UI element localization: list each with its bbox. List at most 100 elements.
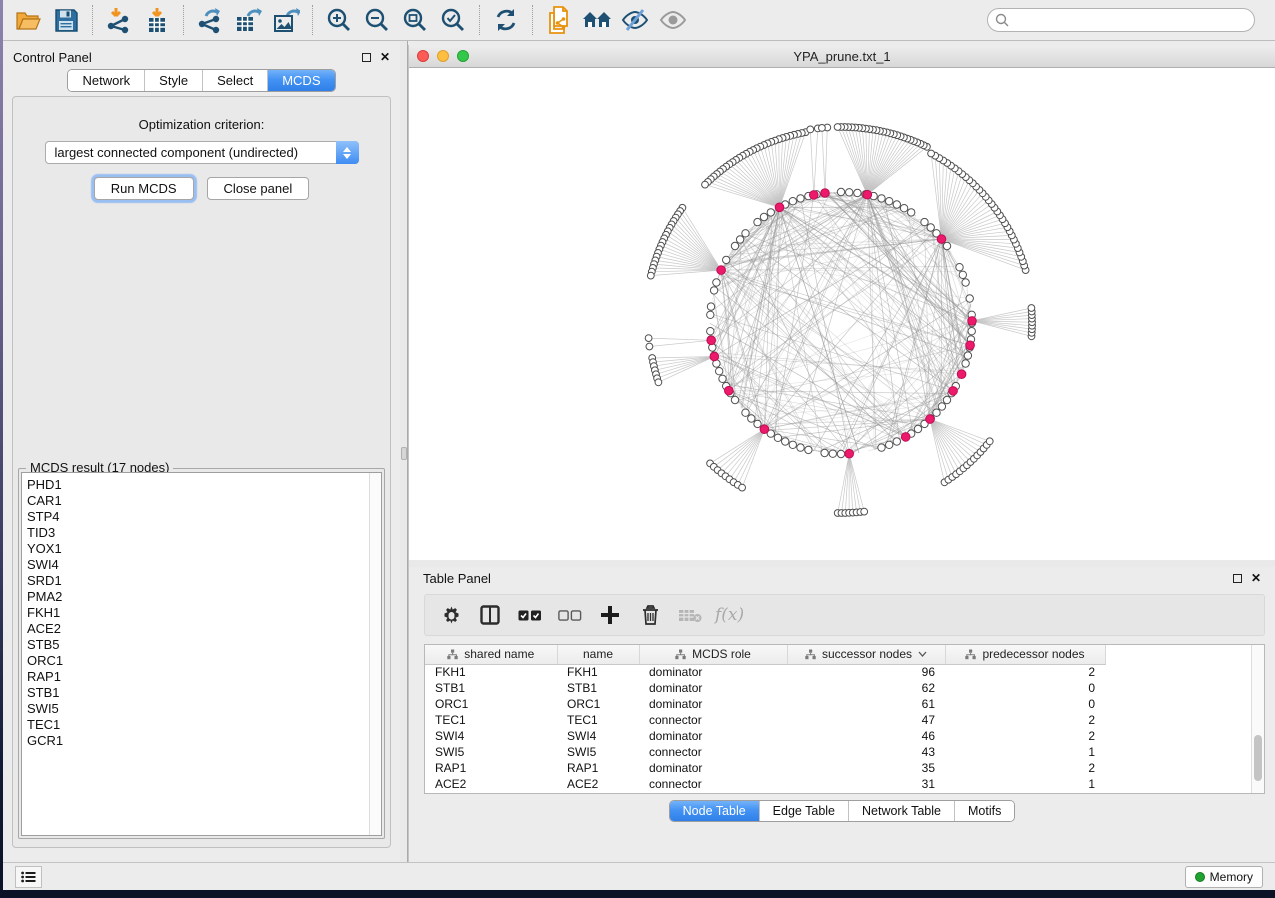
memory-label: Memory — [1210, 870, 1253, 884]
mcds-result-list[interactable]: PHD1CAR1STP4TID3YOX1SWI4SRD1PMA2FKH1ACE2… — [21, 472, 382, 836]
import-network-icon[interactable] — [100, 3, 138, 37]
optimization-criterion-label: Optimization criterion: — [13, 117, 390, 132]
vertical-splitter[interactable] — [400, 41, 408, 862]
table-panel-header: Table Panel ✕ — [409, 567, 1275, 589]
close-panel-icon[interactable]: ✕ — [380, 52, 390, 62]
deselect-all-icon[interactable] — [555, 599, 585, 631]
float-panel-icon[interactable] — [362, 53, 371, 62]
mcds-result-item[interactable]: TEC1 — [27, 717, 381, 733]
mcds-result-item[interactable]: SWI4 — [27, 557, 381, 573]
table-cell: dominator — [639, 680, 787, 696]
tab-network[interactable]: Network — [68, 70, 144, 91]
table-row[interactable]: RAP1RAP1dominator352 — [425, 760, 1105, 776]
table-cell: connector — [639, 776, 787, 792]
select-all-icon[interactable] — [515, 599, 545, 631]
table-cell: 1 — [945, 792, 1105, 794]
mcds-result-item[interactable]: STB5 — [27, 637, 381, 653]
column-header-predecessor-nodes[interactable]: predecessor nodes — [945, 645, 1105, 664]
gear-icon[interactable] — [435, 599, 465, 631]
table-row[interactable]: ORC1ORC1dominator610 — [425, 696, 1105, 712]
mcds-result-item[interactable]: STP4 — [27, 509, 381, 525]
delete-table-icon[interactable] — [675, 599, 705, 631]
close-panel-icon[interactable]: ✕ — [1251, 573, 1261, 583]
mcds-result-item[interactable]: PHD1 — [27, 477, 381, 493]
hide-eye-icon[interactable] — [616, 3, 654, 37]
table-cell: connector — [639, 712, 787, 728]
homes-icon[interactable] — [578, 3, 616, 37]
run-mcds-button[interactable]: Run MCDS — [94, 177, 194, 200]
save-icon[interactable] — [47, 3, 85, 37]
zoom-fit-icon[interactable] — [396, 3, 434, 37]
network-canvas[interactable] — [409, 68, 1275, 560]
table-tab-edge-table[interactable]: Edge Table — [759, 801, 848, 821]
table-cell: 2 — [945, 664, 1105, 680]
mcds-result-item[interactable]: YOX1 — [27, 541, 381, 557]
node-table: shared namenameMCDS rolesuccessor nodesp… — [424, 644, 1265, 794]
open-folder-icon[interactable] — [9, 3, 47, 37]
close-panel-button[interactable]: Close panel — [207, 177, 310, 200]
share-session-icon[interactable] — [540, 3, 578, 37]
table-row[interactable]: YOX1YOX1connector291 — [425, 792, 1105, 794]
splitter-grip[interactable] — [401, 447, 407, 460]
mcds-result-item[interactable]: GCR1 — [27, 733, 381, 749]
mcds-result-item[interactable]: ACE2 — [27, 621, 381, 637]
table-cell: 31 — [787, 776, 945, 792]
mcds-result-item[interactable]: SWI5 — [27, 701, 381, 717]
show-eye-icon[interactable] — [654, 3, 692, 37]
tab-mcds[interactable]: MCDS — [267, 70, 334, 91]
mcds-result-item[interactable]: RAP1 — [27, 669, 381, 685]
function-builder-icon[interactable]: f(x) — [715, 605, 744, 625]
mcds-result-item[interactable]: FKH1 — [27, 605, 381, 621]
mcds-result-item[interactable]: PMA2 — [27, 589, 381, 605]
table-tab-node-table[interactable]: Node Table — [670, 801, 759, 821]
tab-style[interactable]: Style — [144, 70, 202, 91]
table-row[interactable]: TEC1TEC1connector472 — [425, 712, 1105, 728]
table-tab-motifs[interactable]: Motifs — [954, 801, 1014, 821]
column-header-MCDS-role[interactable]: MCDS role — [639, 645, 787, 664]
table-row[interactable]: FKH1FKH1dominator962 — [425, 664, 1105, 680]
table-cell: YOX1 — [425, 792, 557, 794]
status-bar: Memory — [3, 862, 1275, 890]
delete-column-icon[interactable] — [635, 599, 665, 631]
mcds-result-item[interactable]: ORC1 — [27, 653, 381, 669]
sort-desc-icon — [918, 651, 927, 657]
column-header-successor-nodes[interactable]: successor nodes — [787, 645, 945, 664]
table-cell: TEC1 — [557, 712, 639, 728]
table-row[interactable]: ACE2ACE2connector311 — [425, 776, 1105, 792]
column-header-name[interactable]: name — [557, 645, 639, 664]
table-scrollbar-thumb[interactable] — [1254, 735, 1262, 781]
export-table-icon[interactable] — [229, 3, 267, 37]
search-input[interactable] — [987, 8, 1255, 32]
mcds-result-item[interactable]: TID3 — [27, 525, 381, 541]
mcds-result-item[interactable]: STB1 — [27, 685, 381, 701]
memory-button[interactable]: Memory — [1185, 866, 1263, 888]
table-cell: dominator — [639, 728, 787, 744]
split-columns-icon[interactable] — [475, 599, 505, 631]
optimization-criterion-select[interactable]: largest connected component (undirected) — [45, 141, 359, 164]
float-panel-icon[interactable] — [1233, 574, 1242, 583]
add-column-icon[interactable] — [595, 599, 625, 631]
table-cell: 2 — [945, 712, 1105, 728]
table-cell: TEC1 — [425, 712, 557, 728]
column-header-shared-name[interactable]: shared name — [425, 645, 557, 664]
refresh-layout-icon[interactable] — [487, 3, 525, 37]
table-row[interactable]: STB1STB1dominator620 — [425, 680, 1105, 696]
table-tab-network-table[interactable]: Network Table — [848, 801, 954, 821]
result-list-scrollbar[interactable] — [369, 473, 381, 835]
table-scrollbar[interactable] — [1251, 645, 1264, 793]
zoom-out-icon[interactable] — [358, 3, 396, 37]
zoom-in-icon[interactable] — [320, 3, 358, 37]
horizontal-splitter[interactable] — [408, 560, 1275, 567]
tab-select[interactable]: Select — [202, 70, 267, 91]
task-history-icon[interactable] — [15, 866, 42, 888]
import-table-icon[interactable] — [138, 3, 176, 37]
export-image-icon[interactable] — [267, 3, 305, 37]
table-panel-title: Table Panel — [423, 571, 491, 586]
mcds-result-item[interactable]: CAR1 — [27, 493, 381, 509]
mcds-result-item[interactable]: SRD1 — [27, 573, 381, 589]
table-row[interactable]: SWI5SWI5connector431 — [425, 744, 1105, 760]
export-network-icon[interactable] — [191, 3, 229, 37]
control-panel: Control Panel ✕ NetworkStyleSelectMCDS O… — [3, 45, 400, 862]
table-row[interactable]: SWI4SWI4dominator462 — [425, 728, 1105, 744]
zoom-selected-icon[interactable] — [434, 3, 472, 37]
